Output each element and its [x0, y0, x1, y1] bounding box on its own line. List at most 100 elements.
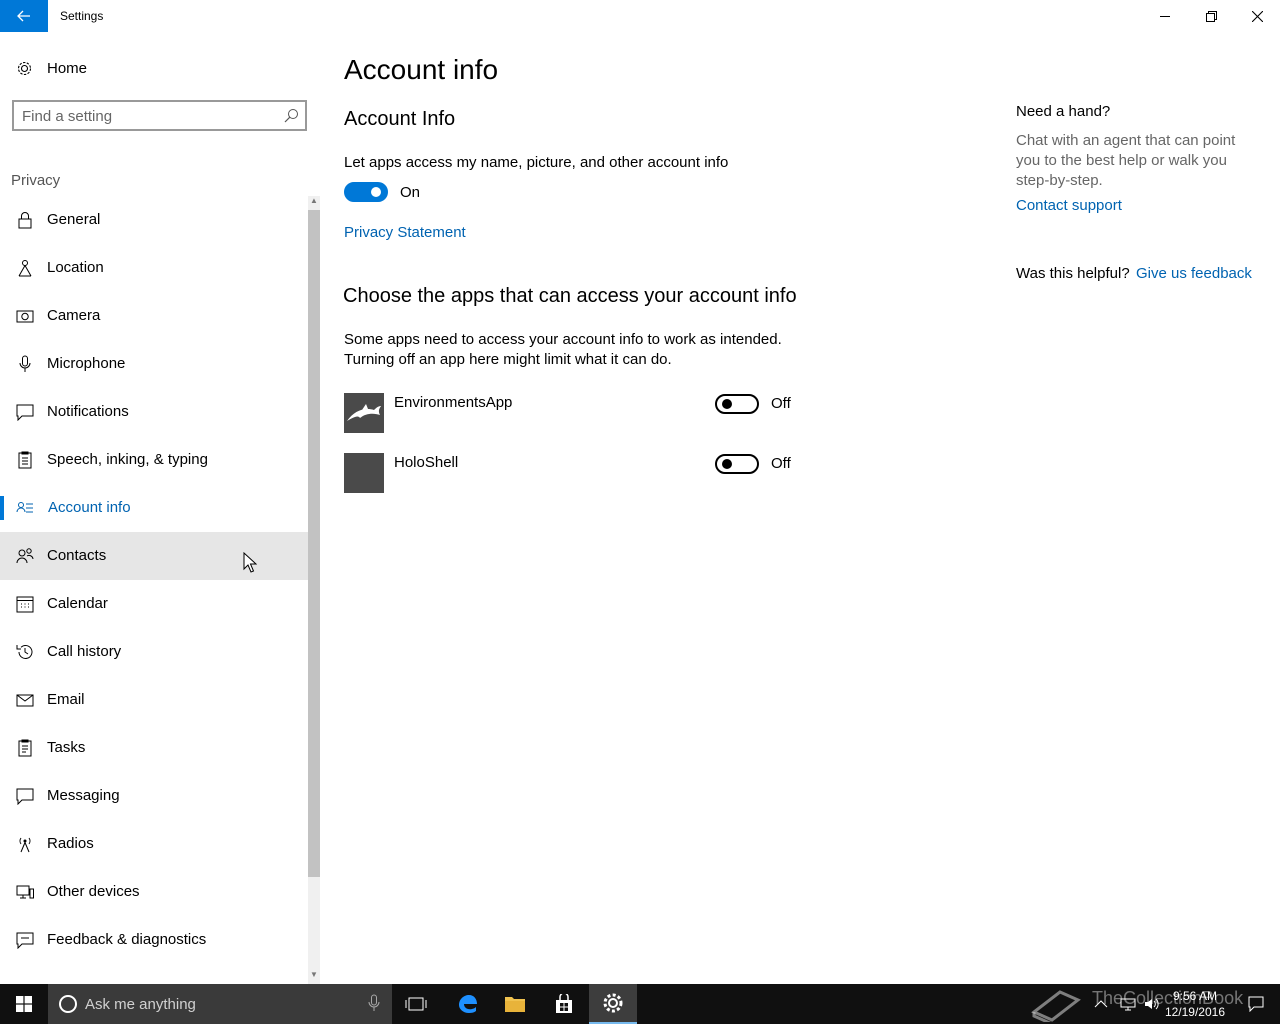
sidebar-item-account-info[interactable]: Account info: [0, 484, 308, 532]
task-view-button[interactable]: [392, 984, 440, 1024]
location-icon: [18, 260, 32, 277]
gear-icon: [17, 61, 32, 76]
history-icon: [16, 645, 33, 659]
sidebar-item-label: Feedback & diagnostics: [47, 931, 207, 948]
windows-logo-icon: [16, 996, 32, 1012]
sidebar-item-label: Other devices: [47, 883, 140, 900]
back-button[interactable]: [0, 0, 48, 32]
sidebar-item-label: Calendar: [47, 595, 108, 612]
calendar-icon: [16, 596, 34, 613]
toggle-knob: [722, 399, 732, 409]
clock-date: 12/19/2016: [1164, 1005, 1225, 1019]
start-button[interactable]: [0, 984, 48, 1024]
sidebar-item-general[interactable]: General: [0, 196, 308, 244]
sidebar-item-label: Microphone: [47, 355, 126, 372]
sidebar-item-camera[interactable]: Camera: [0, 292, 308, 340]
helpful-question: Was this helpful?: [1016, 265, 1130, 282]
network-icon[interactable]: [1120, 997, 1136, 1011]
home-nav-item[interactable]: Home: [0, 52, 320, 86]
cortana-search-box[interactable]: Ask me anything: [48, 984, 392, 1024]
clock-time: 9:56 AM: [1172, 989, 1217, 1003]
search-input[interactable]: [22, 106, 272, 126]
window-title: Settings: [60, 9, 104, 23]
title-bar: Settings: [0, 0, 1280, 32]
back-arrow-icon: [17, 10, 30, 22]
apps-desc-line-1: Some apps need to access your account in…: [344, 331, 782, 348]
contact-support-link[interactable]: Contact support: [1016, 197, 1122, 214]
task-view-icon: [405, 997, 427, 1011]
notifications-icon: [1248, 996, 1264, 1012]
section-heading: Account Info: [344, 108, 456, 130]
apps-section-title: Choose the apps that can access your acc…: [343, 285, 797, 307]
sidebar-item-notifications[interactable]: Notifications: [0, 388, 308, 436]
notifications-icon: [16, 404, 34, 421]
toggle-state-label: On: [400, 184, 421, 201]
app-row-holoshell: HoloShell Off: [344, 453, 804, 493]
action-center-button[interactable]: [1232, 984, 1280, 1024]
gear-icon: [603, 993, 623, 1013]
sidebar-item-other-devices[interactable]: Other devices: [0, 868, 308, 916]
sidebar: Home Privacy General Location Camera Mic…: [0, 32, 320, 984]
scroll-up-arrow-icon[interactable]: ▲: [309, 196, 319, 208]
sidebar-item-location[interactable]: Location: [0, 244, 308, 292]
app-row-environmentsapp: EnvironmentsApp Off: [344, 393, 804, 433]
microphone-icon[interactable]: [368, 994, 380, 1012]
sidebar-item-tasks[interactable]: Tasks: [0, 724, 308, 772]
settings-taskbar-button[interactable]: [589, 984, 637, 1024]
sidebar-item-label: Account info: [48, 499, 131, 516]
sidebar-item-email[interactable]: Email: [0, 676, 308, 724]
microphone-icon: [19, 355, 31, 372]
selection-indicator: [0, 496, 4, 520]
close-icon: [1251, 10, 1263, 22]
sidebar-item-call-history[interactable]: Call history: [0, 628, 308, 676]
radios-icon: [19, 837, 31, 853]
toggle-knob: [722, 459, 732, 469]
sidebar-item-messaging[interactable]: Messaging: [0, 772, 308, 820]
volume-icon[interactable]: [1144, 997, 1160, 1011]
tasks-icon: [18, 739, 32, 757]
privacy-statement-link[interactable]: Privacy Statement: [344, 224, 466, 241]
restore-button[interactable]: [1188, 0, 1234, 32]
holoshell-toggle[interactable]: [715, 454, 759, 474]
minimize-icon: [1160, 16, 1170, 17]
access-description: Let apps access my name, picture, and ot…: [344, 154, 729, 171]
give-feedback-link[interactable]: Give us feedback: [1136, 265, 1252, 282]
file-explorer-button[interactable]: [491, 984, 539, 1024]
search-box: [12, 100, 307, 131]
sidebar-item-calendar[interactable]: Calendar: [0, 580, 308, 628]
minimize-button[interactable]: [1142, 0, 1188, 32]
feedback-icon: [16, 932, 34, 949]
sidebar-item-label: Tasks: [47, 739, 86, 756]
taskbar: Ask me anything TheCollectionBook 9:56 A…: [0, 984, 1280, 1024]
messaging-icon: [16, 788, 34, 805]
account-info-icon: [16, 502, 33, 513]
help-text: Chat with an agent that can point you to…: [1016, 132, 1236, 189]
email-icon: [16, 694, 34, 707]
edge-browser-button[interactable]: [443, 984, 491, 1024]
sidebar-item-radios[interactable]: Radios: [0, 820, 308, 868]
app-name: EnvironmentsApp: [394, 394, 513, 411]
store-button[interactable]: [540, 984, 588, 1024]
scroll-down-arrow-icon[interactable]: ▼: [309, 970, 319, 982]
dolphin-app-icon: [344, 393, 384, 433]
sidebar-scroll-thumb[interactable]: [308, 210, 320, 877]
close-button[interactable]: [1234, 0, 1280, 32]
sidebar-item-speech[interactable]: Speech, inking, & typing: [0, 436, 308, 484]
page-title: Account info: [344, 54, 499, 85]
sidebar-item-feedback[interactable]: Feedback & diagnostics: [0, 916, 308, 964]
sidebar-item-label: Camera: [47, 307, 101, 324]
taskbar-clock[interactable]: 9:56 AM 12/19/2016: [1165, 988, 1225, 1020]
section-label: Privacy: [11, 172, 61, 189]
sidebar-item-contacts[interactable]: Contacts: [0, 532, 308, 580]
chevron-up-icon[interactable]: [1094, 999, 1108, 1009]
toggle-state-label: Off: [771, 455, 791, 472]
sidebar-item-microphone[interactable]: Microphone: [0, 340, 308, 388]
environmentsapp-toggle[interactable]: [715, 394, 759, 414]
sidebar-item-label: Email: [47, 691, 85, 708]
account-info-access-toggle[interactable]: [344, 182, 388, 202]
search-icon[interactable]: [284, 108, 299, 123]
sidebar-item-label: Contacts: [47, 547, 107, 564]
home-label: Home: [47, 60, 88, 77]
sidebar-item-label: Radios: [47, 835, 94, 852]
sidebar-item-label: General: [47, 211, 101, 228]
